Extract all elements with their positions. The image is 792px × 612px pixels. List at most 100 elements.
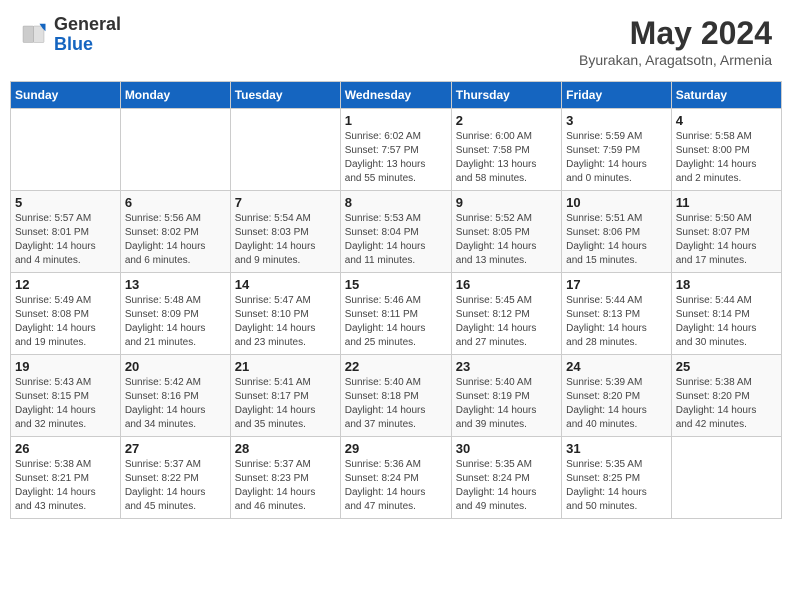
day-number: 14 [235, 277, 336, 292]
day-number: 2 [456, 113, 557, 128]
day-info: Sunrise: 5:57 AM Sunset: 8:01 PM Dayligh… [15, 212, 116, 268]
day-number: 3 [566, 113, 667, 128]
day-number: 30 [456, 441, 557, 456]
day-number: 11 [676, 195, 777, 210]
calendar-cell: 26 Sunrise: 5:38 AM Sunset: 8:21 PM Dayli… [11, 437, 121, 519]
day-number: 24 [566, 359, 667, 374]
day-info: Sunrise: 5:59 AM Sunset: 7:59 PM Dayligh… [566, 130, 667, 186]
day-info: Sunrise: 5:41 AM Sunset: 8:17 PM Dayligh… [235, 376, 336, 432]
location-title: Byurakan, Aragatsotn, Armenia [579, 52, 772, 68]
day-number: 19 [15, 359, 116, 374]
day-number: 23 [456, 359, 557, 374]
day-number: 31 [566, 441, 667, 456]
day-number: 26 [15, 441, 116, 456]
calendar-cell [671, 437, 781, 519]
day-number: 5 [15, 195, 116, 210]
calendar-cell: 12Sunrise: 5:49 AM Sunset: 8:08 PM Dayli… [11, 273, 121, 355]
calendar-week-0: 1 Sunrise: 6:02 AM Sunset: 7:57 PM Daylig… [11, 109, 782, 191]
day-info: Sunrise: 6:02 AM Sunset: 7:57 PM Dayligh… [345, 130, 447, 186]
calendar-week-2: 12Sunrise: 5:49 AM Sunset: 8:08 PM Dayli… [11, 273, 782, 355]
day-info: Sunrise: 5:37 AM Sunset: 8:23 PM Dayligh… [235, 458, 336, 514]
calendar-cell: 8 Sunrise: 5:53 AM Sunset: 8:04 PM Daylig… [340, 191, 451, 273]
day-info: Sunrise: 5:51 AM Sunset: 8:06 PM Dayligh… [566, 212, 667, 268]
calendar-cell: 3 Sunrise: 5:59 AM Sunset: 7:59 PM Daylig… [562, 109, 672, 191]
calendar-cell: 5 Sunrise: 5:57 AM Sunset: 8:01 PM Daylig… [11, 191, 121, 273]
logo-blue-text: Blue [54, 34, 93, 54]
calendar-cell [120, 109, 230, 191]
calendar-cell: 25Sunrise: 5:38 AM Sunset: 8:20 PM Dayli… [671, 355, 781, 437]
calendar-cell: 6 Sunrise: 5:56 AM Sunset: 8:02 PM Daylig… [120, 191, 230, 273]
calendar-cell: 16 Sunrise: 5:45 AM Sunset: 8:12 PM Dayli… [451, 273, 561, 355]
day-number: 20 [125, 359, 226, 374]
day-number: 25 [676, 359, 777, 374]
col-header-thursday: Thursday [451, 82, 561, 109]
day-info: Sunrise: 5:39 AM Sunset: 8:20 PM Dayligh… [566, 376, 667, 432]
day-info: Sunrise: 5:47 AM Sunset: 8:10 PM Dayligh… [235, 294, 336, 350]
col-header-wednesday: Wednesday [340, 82, 451, 109]
calendar-cell: 30Sunrise: 5:35 AM Sunset: 8:24 PM Dayli… [451, 437, 561, 519]
day-info: Sunrise: 5:44 AM Sunset: 8:14 PM Dayligh… [676, 294, 777, 350]
day-number: 7 [235, 195, 336, 210]
day-info: Sunrise: 5:52 AM Sunset: 8:05 PM Dayligh… [456, 212, 557, 268]
calendar-cell: 20 Sunrise: 5:42 AM Sunset: 8:16 PM Dayli… [120, 355, 230, 437]
day-info: Sunrise: 5:38 AM Sunset: 8:21 PM Dayligh… [15, 458, 116, 514]
calendar-week-3: 19Sunrise: 5:43 AM Sunset: 8:15 PM Dayli… [11, 355, 782, 437]
calendar-cell: 17Sunrise: 5:44 AM Sunset: 8:13 PM Dayli… [562, 273, 672, 355]
col-header-saturday: Saturday [671, 82, 781, 109]
day-number: 15 [345, 277, 447, 292]
calendar-week-1: 5 Sunrise: 5:57 AM Sunset: 8:01 PM Daylig… [11, 191, 782, 273]
day-info: Sunrise: 5:53 AM Sunset: 8:04 PM Dayligh… [345, 212, 447, 268]
day-number: 4 [676, 113, 777, 128]
calendar-cell: 18 Sunrise: 5:44 AM Sunset: 8:14 PM Dayli… [671, 273, 781, 355]
day-number: 8 [345, 195, 447, 210]
calendar-cell: 19Sunrise: 5:43 AM Sunset: 8:15 PM Dayli… [11, 355, 121, 437]
month-title: May 2024 [579, 15, 772, 52]
day-info: Sunrise: 5:40 AM Sunset: 8:18 PM Dayligh… [345, 376, 447, 432]
day-number: 9 [456, 195, 557, 210]
logo: General Blue [20, 15, 121, 55]
calendar-cell [230, 109, 340, 191]
day-info: Sunrise: 5:44 AM Sunset: 8:13 PM Dayligh… [566, 294, 667, 350]
calendar-cell: 14 Sunrise: 5:47 AM Sunset: 8:10 PM Dayli… [230, 273, 340, 355]
day-info: Sunrise: 5:42 AM Sunset: 8:16 PM Dayligh… [125, 376, 226, 432]
calendar-cell: 11Sunrise: 5:50 AM Sunset: 8:07 PM Dayli… [671, 191, 781, 273]
page-header: General Blue May 2024 Byurakan, Aragatso… [10, 10, 782, 73]
day-number: 13 [125, 277, 226, 292]
day-number: 21 [235, 359, 336, 374]
day-info: Sunrise: 5:48 AM Sunset: 8:09 PM Dayligh… [125, 294, 226, 350]
calendar-week-4: 26 Sunrise: 5:38 AM Sunset: 8:21 PM Dayli… [11, 437, 782, 519]
calendar-cell: 22Sunrise: 5:40 AM Sunset: 8:18 PM Dayli… [340, 355, 451, 437]
calendar-cell: 28 Sunrise: 5:37 AM Sunset: 8:23 PM Dayli… [230, 437, 340, 519]
day-number: 27 [125, 441, 226, 456]
day-number: 10 [566, 195, 667, 210]
day-info: Sunrise: 5:58 AM Sunset: 8:00 PM Dayligh… [676, 130, 777, 186]
calendar-cell: 13 Sunrise: 5:48 AM Sunset: 8:09 PM Dayli… [120, 273, 230, 355]
calendar-cell: 24 Sunrise: 5:39 AM Sunset: 8:20 PM Dayli… [562, 355, 672, 437]
calendar-cell: 31 Sunrise: 5:35 AM Sunset: 8:25 PM Dayli… [562, 437, 672, 519]
day-info: Sunrise: 5:46 AM Sunset: 8:11 PM Dayligh… [345, 294, 447, 350]
logo-general-text: General [54, 14, 121, 34]
day-number: 1 [345, 113, 447, 128]
day-info: Sunrise: 5:40 AM Sunset: 8:19 PM Dayligh… [456, 376, 557, 432]
day-info: Sunrise: 5:35 AM Sunset: 8:25 PM Dayligh… [566, 458, 667, 514]
calendar-cell: 15 Sunrise: 5:46 AM Sunset: 8:11 PM Dayli… [340, 273, 451, 355]
calendar-header: SundayMondayTuesdayWednesdayThursdayFrid… [11, 82, 782, 109]
day-info: Sunrise: 5:45 AM Sunset: 8:12 PM Dayligh… [456, 294, 557, 350]
day-number: 6 [125, 195, 226, 210]
day-number: 28 [235, 441, 336, 456]
col-header-tuesday: Tuesday [230, 82, 340, 109]
day-info: Sunrise: 5:49 AM Sunset: 8:08 PM Dayligh… [15, 294, 116, 350]
calendar-cell: 1 Sunrise: 6:02 AM Sunset: 7:57 PM Daylig… [340, 109, 451, 191]
calendar-cell: 10 Sunrise: 5:51 AM Sunset: 8:06 PM Dayli… [562, 191, 672, 273]
calendar-cell [11, 109, 121, 191]
day-info: Sunrise: 5:56 AM Sunset: 8:02 PM Dayligh… [125, 212, 226, 268]
day-number: 16 [456, 277, 557, 292]
calendar-cell: 4 Sunrise: 5:58 AM Sunset: 8:00 PM Daylig… [671, 109, 781, 191]
calendar-cell: 23 Sunrise: 5:40 AM Sunset: 8:19 PM Dayli… [451, 355, 561, 437]
day-info: Sunrise: 6:00 AM Sunset: 7:58 PM Dayligh… [456, 130, 557, 186]
day-info: Sunrise: 5:54 AM Sunset: 8:03 PM Dayligh… [235, 212, 336, 268]
day-number: 18 [676, 277, 777, 292]
day-info: Sunrise: 5:36 AM Sunset: 8:24 PM Dayligh… [345, 458, 447, 514]
calendar-cell: 29Sunrise: 5:36 AM Sunset: 8:24 PM Dayli… [340, 437, 451, 519]
col-header-friday: Friday [562, 82, 672, 109]
